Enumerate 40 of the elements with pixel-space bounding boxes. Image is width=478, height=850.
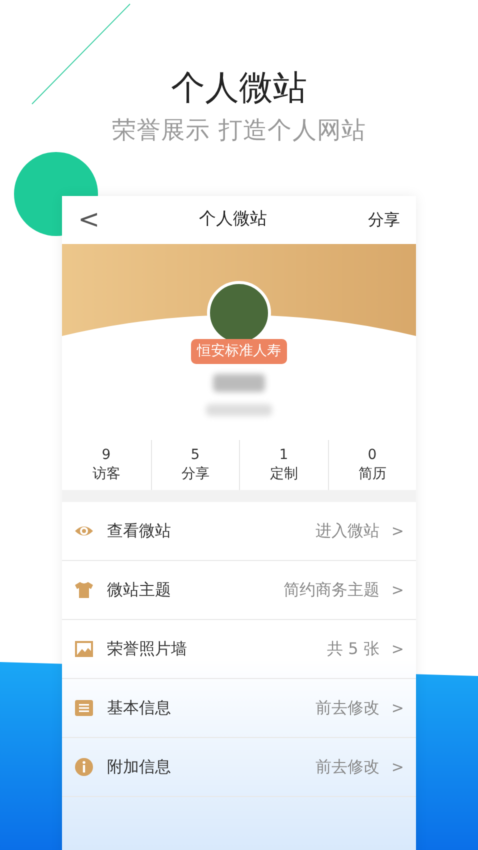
menu-value: 前去修改 bbox=[315, 697, 380, 719]
company-badge: 恒安标准人寿 bbox=[191, 339, 287, 364]
chevron-icon: > bbox=[391, 578, 404, 602]
form-icon bbox=[74, 698, 94, 718]
menu-value: 前去修改 bbox=[315, 756, 380, 778]
menu-label: 附加信息 bbox=[107, 756, 171, 778]
stat-label: 定制 bbox=[270, 465, 298, 484]
headline-subtitle: 荣誉展示 打造个人网站 bbox=[112, 115, 366, 146]
stat-label: 访客 bbox=[92, 465, 120, 484]
stat-label: 分享 bbox=[181, 465, 210, 484]
stat-value: 1 bbox=[279, 446, 288, 464]
menu-item[interactable]: 微站主题 简约商务主题 > bbox=[62, 561, 416, 620]
stat-value: 0 bbox=[368, 446, 377, 464]
menu-item[interactable]: 荣誉照片墙 共 5 张 > bbox=[62, 620, 416, 679]
back-button[interactable]: < bbox=[78, 200, 98, 240]
menu-label: 基本信息 bbox=[107, 697, 171, 719]
menu-item[interactable]: 附加信息 前去修改 > bbox=[62, 738, 416, 797]
share-button[interactable]: 分享 bbox=[368, 208, 400, 232]
menu-label: 荣誉照片墙 bbox=[107, 638, 187, 660]
blurred-location bbox=[206, 404, 272, 416]
shirt-icon bbox=[74, 580, 94, 600]
chevron-icon: > bbox=[391, 756, 404, 778]
menu-item[interactable]: 查看微站 进入微站 > bbox=[62, 502, 416, 561]
info-icon bbox=[74, 757, 94, 777]
image-icon bbox=[74, 639, 94, 659]
stat-value: 9 bbox=[102, 446, 111, 464]
menu-label: 查看微站 bbox=[107, 520, 171, 542]
chevron-icon: > bbox=[391, 696, 404, 720]
nav-title: 个人微站 bbox=[199, 208, 267, 232]
blurred-name bbox=[213, 374, 265, 392]
stat-value: 5 bbox=[190, 446, 200, 464]
menu-label: 微站主题 bbox=[107, 579, 171, 601]
menu-item[interactable]: 基本信息 前去修改 > bbox=[62, 679, 416, 738]
chevron-icon: > bbox=[391, 638, 404, 660]
menu-value: 共 5 张 bbox=[327, 638, 380, 660]
stat-label: 简历 bbox=[358, 465, 386, 484]
menu-value: 进入微站 bbox=[315, 520, 380, 542]
chevron-icon: > bbox=[391, 520, 404, 542]
headline-title: 个人微站 bbox=[171, 67, 307, 110]
menu-value: 简约商务主题 bbox=[283, 579, 380, 601]
